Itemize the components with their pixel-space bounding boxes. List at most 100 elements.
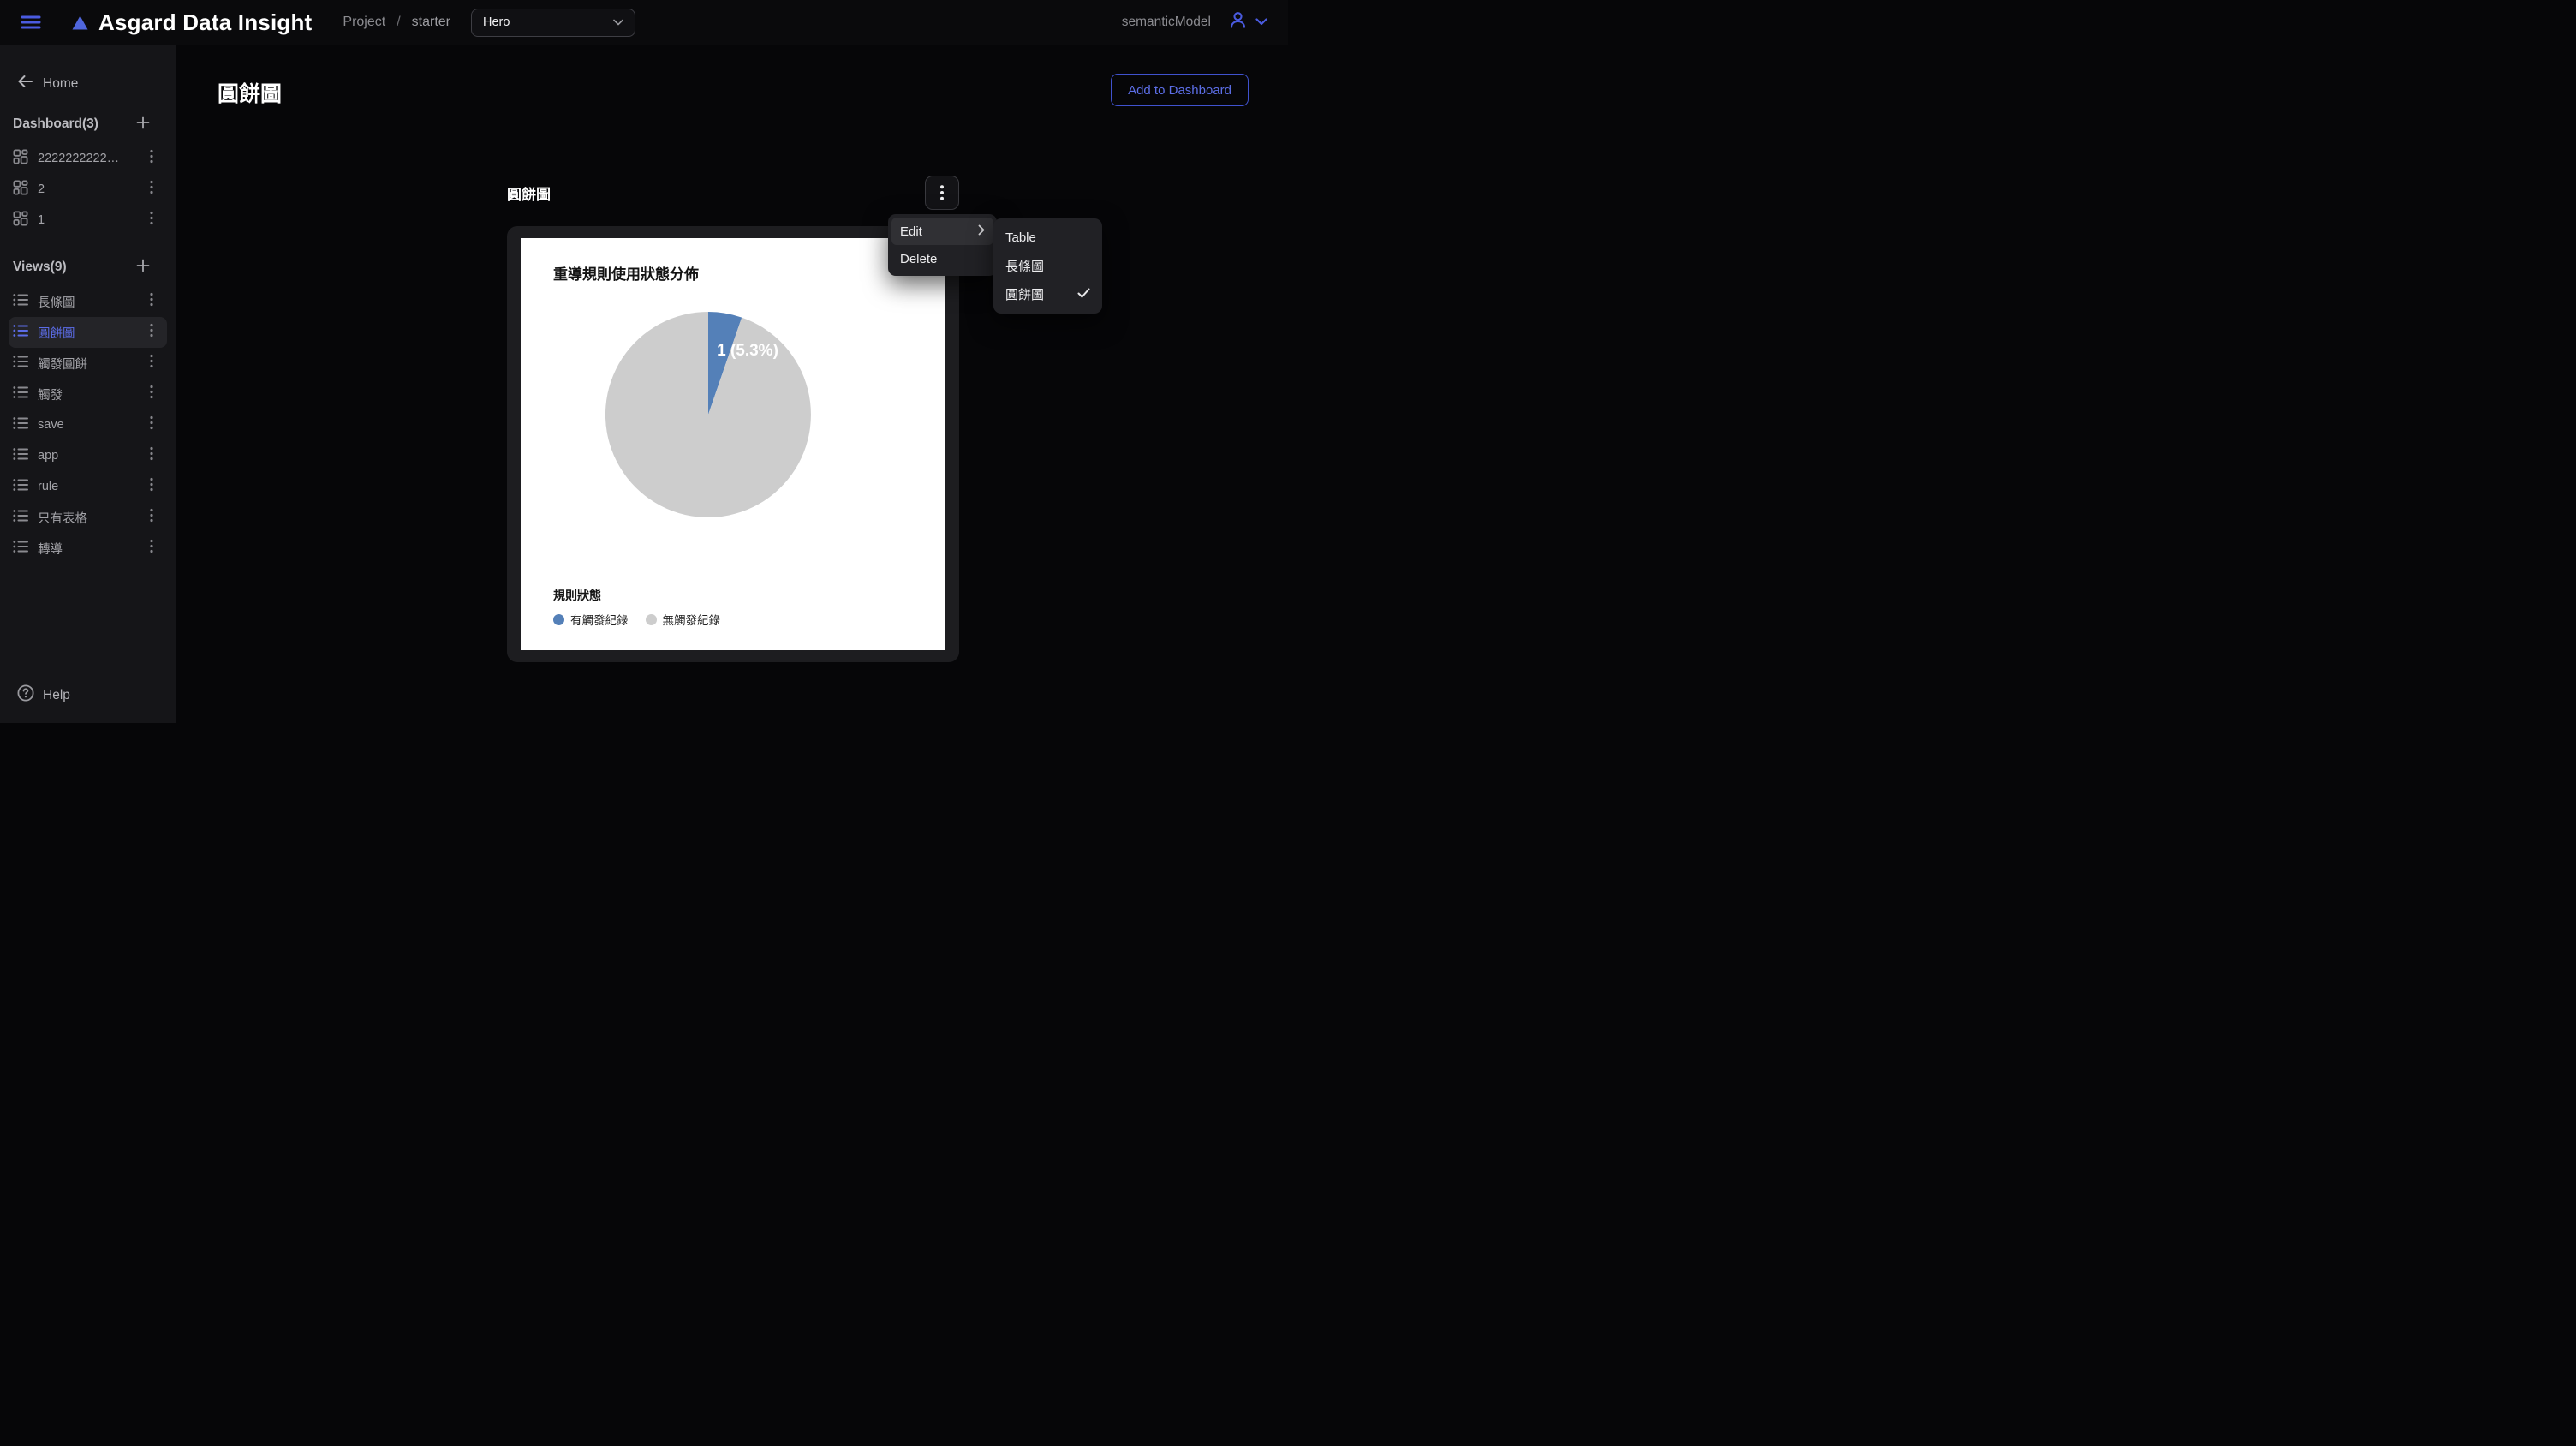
sidebar-item-label: app [38,449,58,463]
sidebar-view-item[interactable]: 長條圖 [9,286,167,317]
breadcrumb-project[interactable]: Project [343,15,385,30]
kebab-menu-icon[interactable] [146,351,157,376]
submenu-item-table[interactable]: Table [997,224,1099,252]
kebab-menu-icon[interactable] [146,475,157,499]
submenu-item-bar-chart[interactable]: 長條圖 [997,252,1099,280]
chart-canvas: 重導規則使用狀態分佈 1 (5.3%) 18 (94.7%) 規則狀態 有觸發紀… [521,238,945,650]
sidebar-item-label: 觸發圓餅 [38,355,87,373]
app-title: Asgard Data Insight [98,9,312,36]
sidebar-item-label: 轉導 [38,540,63,558]
user-menu[interactable] [1228,10,1267,34]
list-view-icon [13,447,28,465]
list-view-icon [13,385,28,403]
sidebar-view-item[interactable]: app [9,440,167,471]
page-header: 圓餅圖 Add to Dashboard [176,45,1288,108]
chevron-down-icon [613,15,623,30]
sidebar-item-label: 1 [38,213,45,227]
pie-chart: 1 (5.3%) 18 (94.7%) [521,286,945,552]
sidebar-view-item[interactable]: 轉導 [9,533,167,564]
kebab-menu-icon[interactable] [146,382,157,407]
help-icon [17,684,34,706]
views-section-header: Views(9) [0,257,176,278]
sidebar-item-label: save [38,418,64,432]
sidebar-view-item[interactable]: 觸發 [9,379,167,409]
sidebar-item-label: rule [38,480,58,493]
kebab-menu-icon[interactable] [146,290,157,314]
dashboard-grid-icon [13,149,28,169]
menu-item-delete[interactable]: Delete [891,245,993,272]
add-dashboard-icon[interactable] [136,116,150,134]
sidebar-item-dashboard-1[interactable]: 2222222222… [9,143,167,174]
app-root: Asgard Data Insight Project / starter He… [0,0,1288,723]
menu-item-label: Edit [900,224,922,239]
dashboard-grid-icon [13,180,28,200]
sidebar-view-item[interactable]: save [9,409,167,440]
breadcrumb: Project / starter [343,15,450,30]
sidebar-item-label: 只有表格 [38,509,87,527]
legend-dot-icon [646,614,657,625]
chart-options-menu: Edit Delete [888,214,997,276]
legend-dot-icon [553,614,564,625]
chevron-down-icon [1255,15,1267,30]
model-select-value: Hero [483,15,510,29]
list-view-icon [13,416,28,434]
pie-label-untriggered: 18 (94.7%) [679,517,759,535]
menu-item-edit[interactable]: Edit [891,218,993,245]
legend-label: 有觸發紀錄 [570,611,629,628]
add-view-icon[interactable] [136,259,150,277]
kebab-menu-icon[interactable] [146,177,157,202]
kebab-menu-icon[interactable] [146,444,157,469]
sidebar-view-item[interactable]: 觸發圓餅 [9,348,167,379]
pie-label-triggered: 1 (5.3%) [717,342,778,360]
dashboard-section-header: Dashboard(3) [0,114,176,134]
sidebar-item-label: 2222222222… [38,152,119,165]
views-section-title: Views(9) [13,260,67,275]
list-view-icon [13,509,28,527]
kebab-menu-icon[interactable] [146,320,157,345]
legend-item-untriggered[interactable]: 無觸發紀錄 [646,611,721,628]
sidebar-view-item-selected[interactable]: 圓餅圖 [9,317,167,348]
legend-item-triggered[interactable]: 有觸發紀錄 [553,611,629,628]
kebab-menu-icon[interactable] [146,536,157,561]
hamburger-menu-icon[interactable] [21,14,43,31]
breadcrumb-project-name[interactable]: starter [412,15,450,30]
kebab-menu-icon[interactable] [146,146,157,171]
list-view-icon [13,293,28,311]
sidebar-item-dashboard-2[interactable]: 2 [9,174,167,205]
main-content: 圓餅圖 Add to Dashboard 圓餅圖 重導規則使用狀態分佈 1 (5… [176,45,1288,723]
logo-triangle-icon [72,15,88,30]
list-view-icon [13,540,28,558]
sidebar-home-link[interactable]: Home [17,75,176,93]
help-button[interactable]: Help [17,684,70,706]
sidebar-view-item[interactable]: rule [9,471,167,502]
help-label: Help [43,688,70,703]
chart-title: 重導規則使用狀態分佈 [553,262,699,284]
add-to-dashboard-button[interactable]: Add to Dashboard [1111,74,1249,106]
back-arrow-icon [17,75,33,93]
sidebar-item-dashboard-3[interactable]: 1 [9,205,167,236]
sidebar: Home Dashboard(3) 2222222222… 2 1 [0,45,176,723]
menu-item-label: 圓餅圖 [1005,285,1044,303]
model-select-dropdown[interactable]: Hero [471,9,635,37]
chart-card: 重導規則使用狀態分佈 1 (5.3%) 18 (94.7%) 規則狀態 有觸發紀… [507,226,959,662]
pie-slice-untriggered[interactable] [605,312,811,517]
legend-label: 無觸發紀錄 [663,611,721,628]
chart-options-button[interactable] [925,176,959,210]
list-view-icon [13,478,28,496]
menu-item-label: Table [1005,230,1036,245]
user-icon [1228,10,1248,34]
list-view-icon [13,324,28,342]
submenu-item-pie-chart[interactable]: 圓餅圖 [997,280,1099,308]
kebab-menu-icon[interactable] [146,208,157,233]
sidebar-view-item[interactable]: 只有表格 [9,502,167,533]
breadcrumb-separator: / [397,15,400,30]
chart-view-header: 圓餅圖 [507,176,959,209]
menu-item-label: Delete [900,252,937,266]
kebab-menu-icon [940,185,944,200]
semantic-model-label[interactable]: semanticModel [1122,15,1211,30]
kebab-menu-icon[interactable] [146,413,157,438]
chevron-right-icon [978,224,985,239]
kebab-menu-icon[interactable] [146,505,157,530]
sidebar-item-label: 長條圖 [38,293,75,311]
menu-item-label: 長條圖 [1005,257,1044,275]
